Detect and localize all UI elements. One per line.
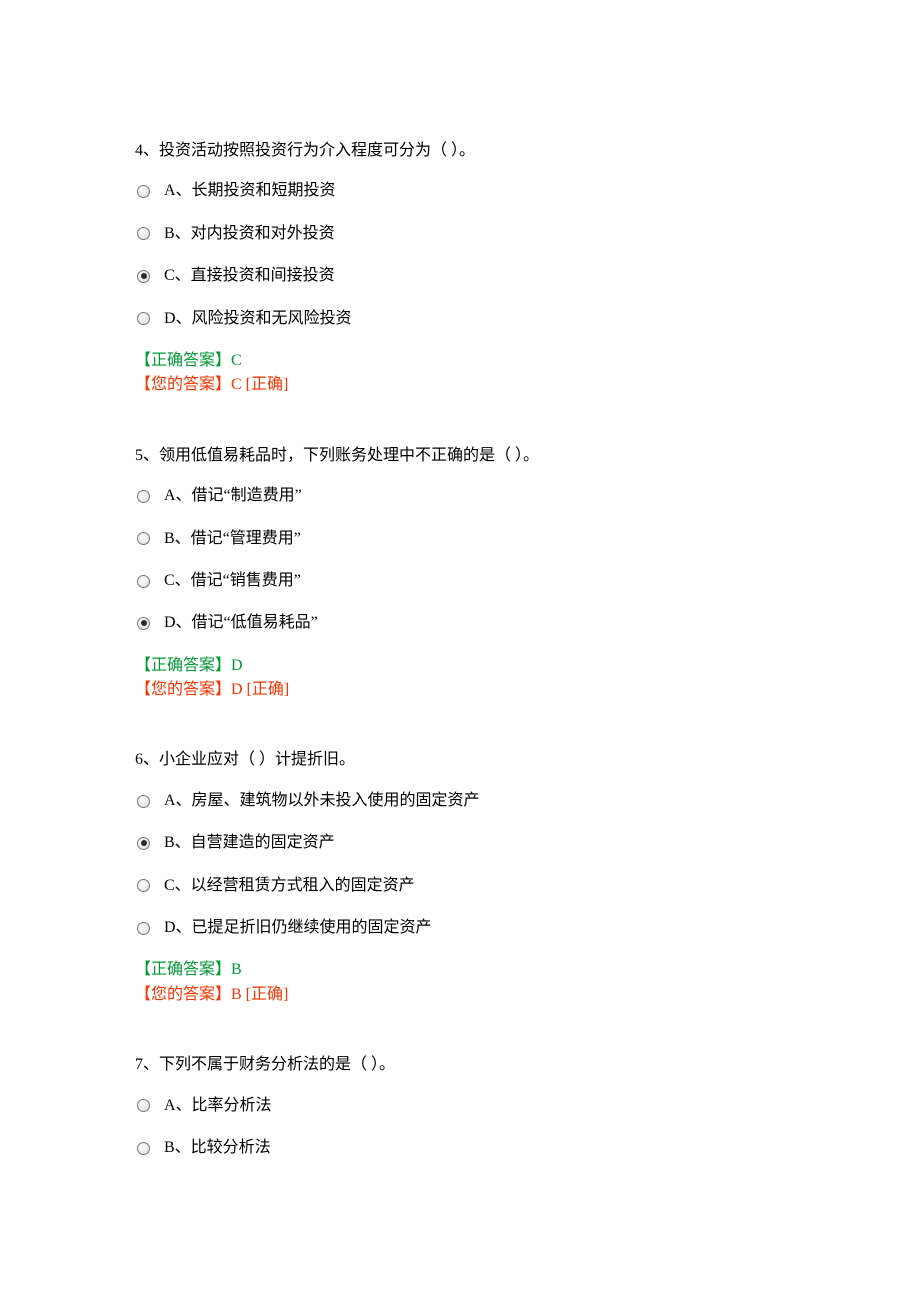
option-row[interactable]: D、已提足折旧仍继续使用的固定资产 xyxy=(137,917,785,939)
radio-icon[interactable] xyxy=(137,227,150,240)
question-text: 5、领用低值易耗品时，下列账务处理中不正确的是（ ）。 xyxy=(135,445,785,467)
your-answer-label: 【您的答案】D [正确] xyxy=(135,679,785,701)
option-label: A、长期投资和短期投资 xyxy=(164,180,336,202)
option-label: B、比较分析法 xyxy=(164,1137,271,1159)
option-row[interactable]: C、直接投资和间接投资 xyxy=(137,265,785,287)
question-block: 4、投资活动按照投资行为介入程度可分为（ ）。 A、长期投资和短期投资 B、对内… xyxy=(135,140,785,397)
correct-answer-label: 【正确答案】B xyxy=(135,959,785,981)
radio-icon[interactable] xyxy=(137,1099,150,1112)
radio-icon[interactable] xyxy=(137,490,150,503)
option-row[interactable]: B、借记“管理费用” xyxy=(137,528,785,550)
your-answer-label: 【您的答案】B [正确] xyxy=(135,984,785,1006)
radio-icon[interactable] xyxy=(137,617,150,630)
question-text: 6、小企业应对（ ）计提折旧。 xyxy=(135,749,785,771)
option-row[interactable]: B、比较分析法 xyxy=(137,1137,785,1159)
option-row[interactable]: C、借记“销售费用” xyxy=(137,570,785,592)
question-block: 5、领用低值易耗品时，下列账务处理中不正确的是（ ）。 A、借记“制造费用” B… xyxy=(135,445,785,702)
option-row[interactable]: D、风险投资和无风险投资 xyxy=(137,308,785,330)
radio-icon[interactable] xyxy=(137,312,150,325)
option-label: C、直接投资和间接投资 xyxy=(164,265,335,287)
option-label: D、已提足折旧仍继续使用的固定资产 xyxy=(164,917,432,939)
question-text: 4、投资活动按照投资行为介入程度可分为（ ）。 xyxy=(135,140,785,162)
radio-icon[interactable] xyxy=(137,532,150,545)
option-label: A、房屋、建筑物以外未投入使用的固定资产 xyxy=(164,790,480,812)
option-label: C、借记“销售费用” xyxy=(164,570,301,592)
option-label: A、比率分析法 xyxy=(164,1095,272,1117)
option-label: D、风险投资和无风险投资 xyxy=(164,308,352,330)
radio-icon[interactable] xyxy=(137,879,150,892)
option-row[interactable]: B、自营建造的固定资产 xyxy=(137,832,785,854)
option-row[interactable]: A、比率分析法 xyxy=(137,1095,785,1117)
option-label: B、借记“管理费用” xyxy=(164,528,301,550)
option-row[interactable]: B、对内投资和对外投资 xyxy=(137,223,785,245)
radio-icon[interactable] xyxy=(137,922,150,935)
option-row[interactable]: D、借记“低值易耗品” xyxy=(137,612,785,634)
radio-icon[interactable] xyxy=(137,837,150,850)
option-row[interactable]: A、借记“制造费用” xyxy=(137,485,785,507)
option-label: A、借记“制造费用” xyxy=(164,485,302,507)
radio-icon[interactable] xyxy=(137,185,150,198)
correct-answer-label: 【正确答案】C xyxy=(135,350,785,372)
your-answer-label: 【您的答案】C [正确] xyxy=(135,374,785,396)
option-label: B、对内投资和对外投资 xyxy=(164,223,335,245)
option-label: D、借记“低值易耗品” xyxy=(164,612,318,634)
option-label: C、以经营租赁方式租入的固定资产 xyxy=(164,875,415,897)
option-row[interactable]: A、长期投资和短期投资 xyxy=(137,180,785,202)
question-block: 6、小企业应对（ ）计提折旧。 A、房屋、建筑物以外未投入使用的固定资产 B、自… xyxy=(135,749,785,1006)
question-text: 7、下列不属于财务分析法的是（ ）。 xyxy=(135,1054,785,1076)
radio-icon[interactable] xyxy=(137,575,150,588)
radio-icon[interactable] xyxy=(137,1142,150,1155)
option-row[interactable]: A、房屋、建筑物以外未投入使用的固定资产 xyxy=(137,790,785,812)
radio-icon[interactable] xyxy=(137,795,150,808)
radio-icon[interactable] xyxy=(137,270,150,283)
option-row[interactable]: C、以经营租赁方式租入的固定资产 xyxy=(137,875,785,897)
correct-answer-label: 【正确答案】D xyxy=(135,655,785,677)
question-block: 7、下列不属于财务分析法的是（ ）。 A、比率分析法 B、比较分析法 xyxy=(135,1054,785,1159)
option-label: B、自营建造的固定资产 xyxy=(164,832,335,854)
